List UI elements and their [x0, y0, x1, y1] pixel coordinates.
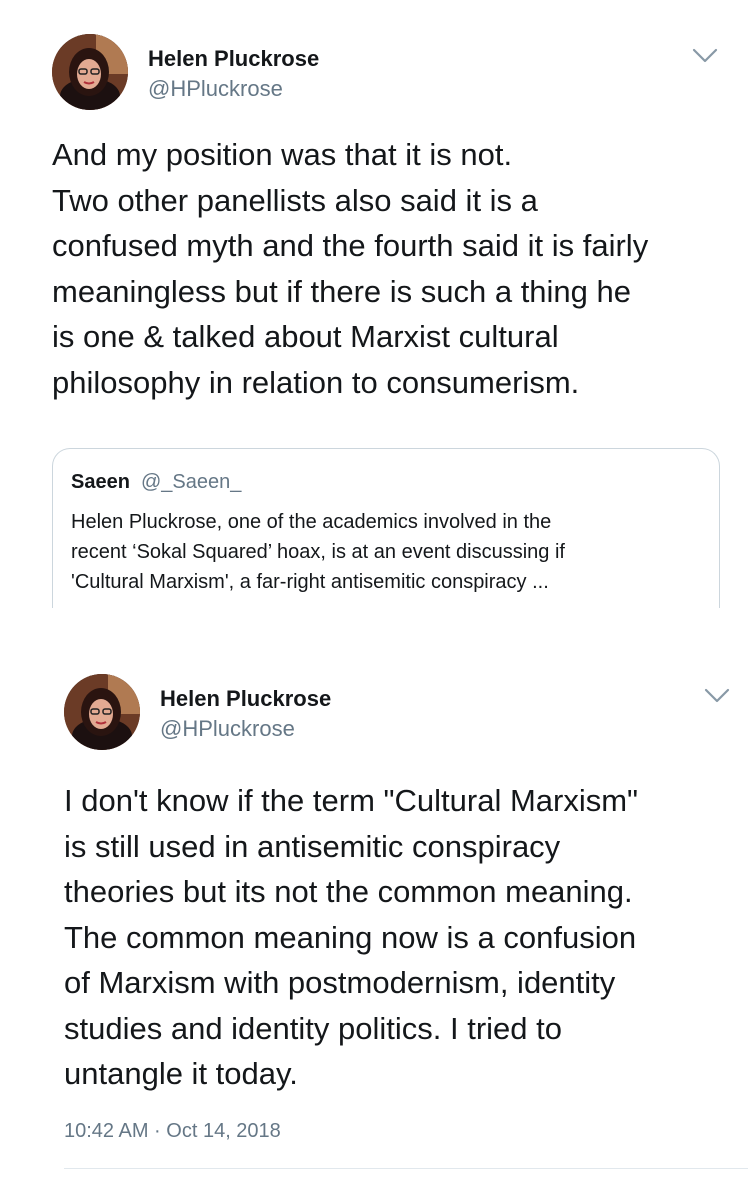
chevron-down-icon[interactable]	[704, 688, 730, 704]
quoted-tweet-text: Helen Pluckrose, one of the academics in…	[71, 511, 565, 593]
author-handle[interactable]: @HPluckrose	[148, 76, 283, 102]
quoted-tweet[interactable]: Saeen @_Saeen_ Helen Pluckrose, one of t…	[52, 448, 720, 608]
avatar-photo-icon	[52, 34, 128, 110]
author-name[interactable]: Helen Pluckrose	[148, 46, 319, 72]
tweet-timestamp[interactable]: 10:42 AM · Oct 14, 2018	[64, 1120, 281, 1143]
avatar-photo-icon	[64, 674, 140, 750]
avatar[interactable]	[52, 34, 128, 110]
tweet-text: And my position was that it is not. Two …	[52, 137, 649, 400]
quoted-author-name: Saeen	[71, 471, 130, 493]
tweet-1: Helen Pluckrose @HPluckrose And my posit…	[0, 0, 748, 440]
quoted-author-handle: @_Saeen_	[141, 471, 242, 493]
tweet-text: I don't know if the term "Cultural Marxi…	[64, 783, 639, 1091]
author-handle[interactable]: @HPluckrose	[160, 716, 295, 742]
author-name[interactable]: Helen Pluckrose	[160, 686, 331, 712]
avatar[interactable]	[64, 674, 140, 750]
chevron-down-icon[interactable]	[692, 48, 718, 64]
divider	[64, 1168, 748, 1169]
tweet-2: Helen Pluckrose @HPluckrose I don't know…	[0, 640, 748, 1200]
